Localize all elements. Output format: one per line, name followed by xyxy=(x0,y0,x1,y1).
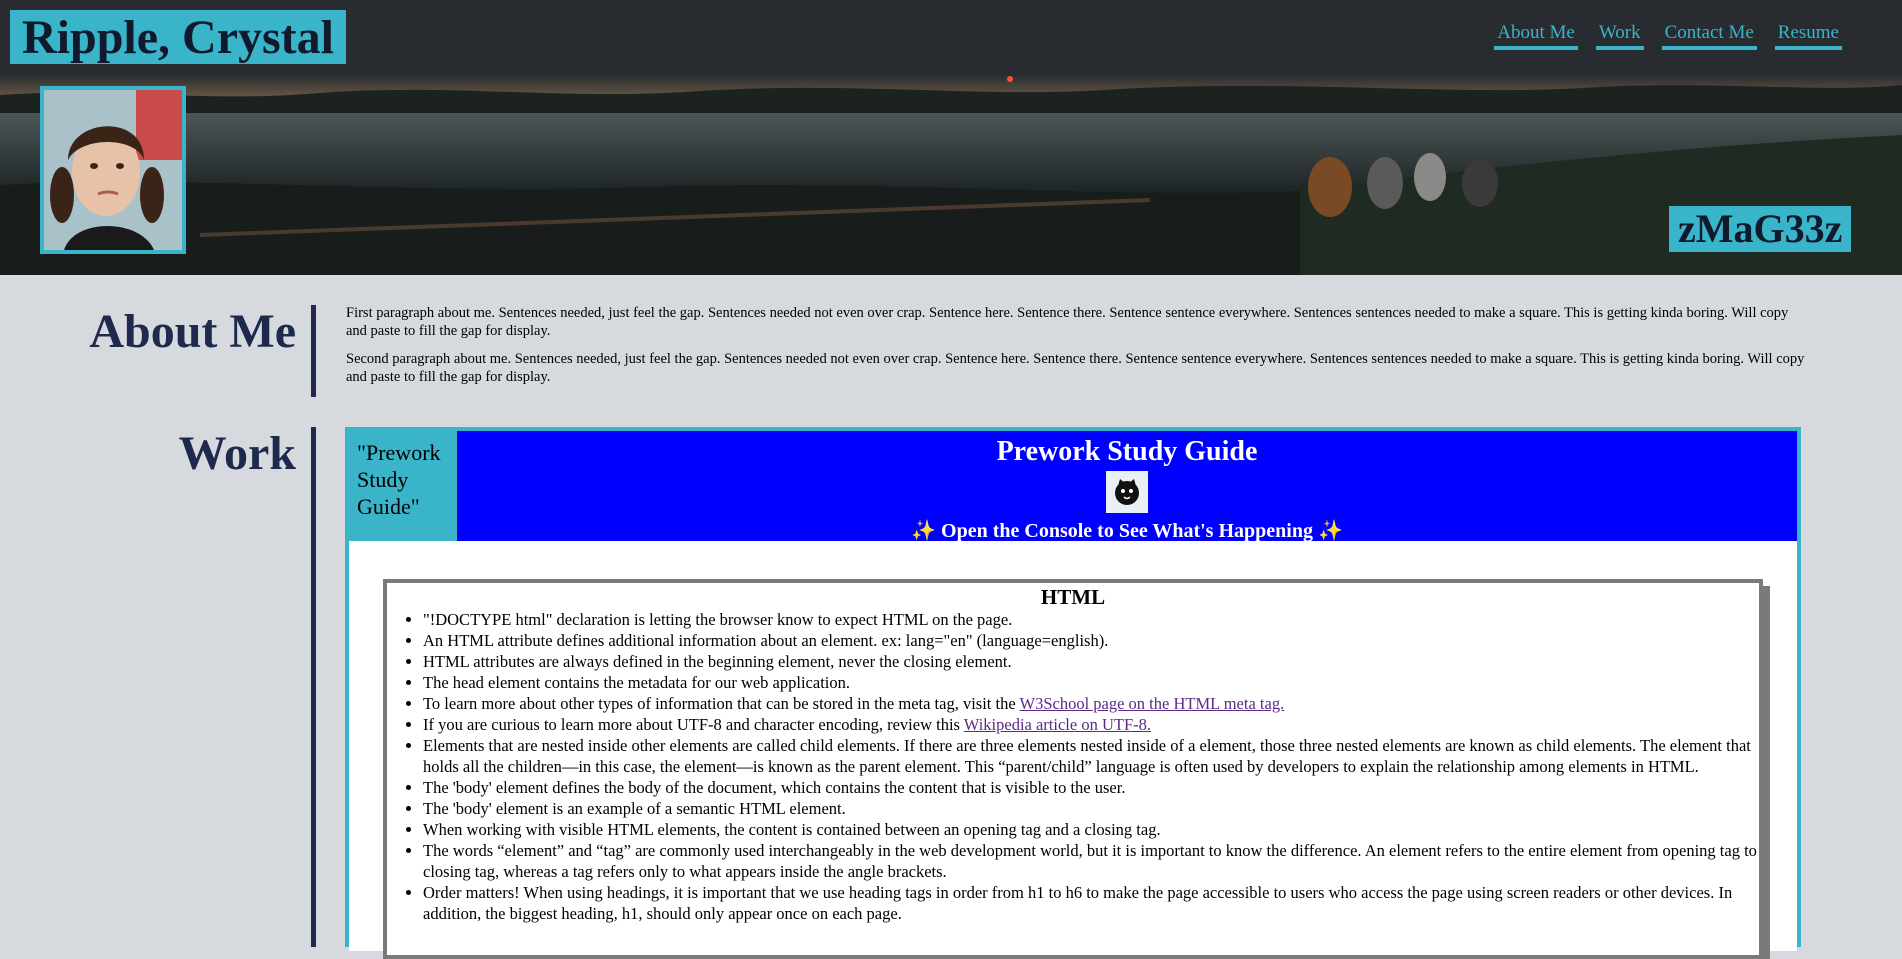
cat-icon xyxy=(1106,471,1148,513)
list-item: Order matters! When using headings, it i… xyxy=(423,882,1759,924)
html-guide-box: HTML "!DOCTYPE html" declaration is lett… xyxy=(383,579,1763,959)
list-item: The words “element” and “tag” are common… xyxy=(423,840,1759,882)
nav-about-me[interactable]: About Me xyxy=(1494,22,1578,50)
list-item: The 'body' element is an example of a se… xyxy=(423,798,1759,819)
meta-tag-link[interactable]: W3School page on the HTML meta tag. xyxy=(1020,694,1285,713)
guide-heading: HTML xyxy=(1040,585,1106,609)
list-item: When working with visible HTML elements,… xyxy=(423,819,1759,840)
utf8-link[interactable]: Wikipedia article on UTF-8. xyxy=(964,715,1151,734)
lake-scene-image xyxy=(0,75,1902,275)
work-project-card[interactable]: "Prework Study Guide" Prework Study Guid… xyxy=(345,427,1801,959)
site-brand[interactable]: Ripple, Crystal xyxy=(10,10,346,64)
list-item: Elements that are nested inside other el… xyxy=(423,735,1759,777)
list-item: The head element contains the metadata f… xyxy=(423,672,1759,693)
profile-photo xyxy=(40,86,186,254)
about-section-title: About Me xyxy=(89,305,296,358)
list-item-text: To learn more about other types of infor… xyxy=(423,694,1020,713)
nav-contact-me[interactable]: Contact Me xyxy=(1661,22,1757,50)
nav-resume[interactable]: Resume xyxy=(1774,22,1842,50)
project-image-alt-text[interactable]: "Prework Study Guide" xyxy=(349,431,457,541)
nav-work[interactable]: Work xyxy=(1595,22,1644,50)
about-section-text: First paragraph about me. Sentences need… xyxy=(346,305,1806,397)
list-item: The 'body' element defines the body of t… xyxy=(423,777,1759,798)
list-item: An HTML attribute defines additional inf… xyxy=(423,630,1759,651)
console-hint: ✨ Open the Console to See What's Happeni… xyxy=(911,520,1343,542)
project-screenshot-body: HTML "!DOCTYPE html" declaration is lett… xyxy=(349,541,1797,959)
hero-tagline: zMaG33z xyxy=(1669,206,1852,252)
list-item: HTML attributes are always defined in th… xyxy=(423,651,1759,672)
about-paragraph: Second paragraph about me. Sentences nee… xyxy=(346,351,1805,385)
work-section-title: Work xyxy=(178,427,296,480)
hero-banner-image xyxy=(0,75,1902,275)
about-section-divider xyxy=(311,305,316,397)
list-item: To learn more about other types of infor… xyxy=(423,693,1759,714)
list-item-text: If you are curious to learn more about U… xyxy=(423,715,964,734)
site-header: Ripple, Crystal About Me Work Contact Me… xyxy=(0,0,1902,75)
list-item: "!DOCTYPE html" declaration is letting t… xyxy=(423,609,1759,630)
main-nav: About Me Work Contact Me Resume xyxy=(1494,22,1842,50)
guide-list: "!DOCTYPE html" declaration is letting t… xyxy=(387,609,1759,924)
work-section-divider xyxy=(311,427,316,947)
project-banner-title: Prework Study Guide xyxy=(996,436,1258,467)
profile-portrait-image xyxy=(44,90,182,250)
about-paragraph: First paragraph about me. Sentences need… xyxy=(346,305,1789,339)
list-item: If you are curious to learn more about U… xyxy=(423,714,1759,735)
project-screenshot[interactable]: Prework Study Guide ✨ Open the Console t… xyxy=(457,431,1797,542)
